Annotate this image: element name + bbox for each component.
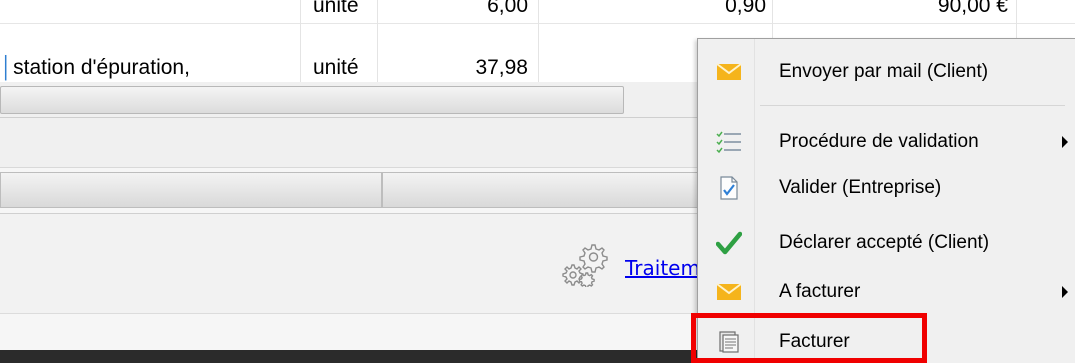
envelope-icon bbox=[716, 60, 742, 84]
menu-item-label: A facturer bbox=[779, 281, 861, 302]
envelope-icon bbox=[716, 280, 742, 304]
strip-segment[interactable] bbox=[0, 172, 382, 208]
traitement-link[interactable]: Traitement bbox=[625, 256, 697, 280]
column-divider bbox=[300, 0, 301, 88]
description-cell: │station d'épuration, bbox=[0, 50, 296, 85]
total-cell: 90,00 € bbox=[937, 0, 1008, 17]
submenu-arrow-icon bbox=[1062, 286, 1068, 298]
submenu-arrow-icon bbox=[1062, 136, 1068, 148]
column-divider bbox=[538, 0, 539, 88]
document-check-icon bbox=[716, 176, 742, 200]
quantity-cell: 37,98 bbox=[475, 56, 528, 79]
menu-item-envoyer-par-mail[interactable]: Envoyer par mail (Client) bbox=[698, 48, 1075, 96]
quantity-cell: 6,00 bbox=[487, 0, 528, 17]
menu-item-declarer-accepte[interactable]: Déclarer accepté (Client) bbox=[698, 219, 1075, 267]
checklist-icon bbox=[716, 130, 742, 154]
menu-item-label: Procédure de validation bbox=[779, 131, 979, 152]
menu-item-valider-entreprise[interactable]: Valider (Entreprise) bbox=[698, 164, 1075, 212]
highlight-annotation bbox=[691, 313, 927, 363]
menu-item-a-facturer[interactable]: A facturer bbox=[698, 268, 1075, 316]
menu-item-label: Déclarer accepté (Client) bbox=[779, 232, 990, 253]
column-divider bbox=[377, 0, 378, 88]
menu-item-procedure-de-validation[interactable]: Procédure de validation bbox=[698, 118, 1075, 166]
price-cell: 0,90 bbox=[725, 0, 766, 17]
menu-item-label: Valider (Entreprise) bbox=[779, 177, 942, 198]
strip-segment[interactable] bbox=[382, 172, 702, 208]
menu-separator bbox=[760, 105, 1065, 106]
gears-icon bbox=[562, 243, 610, 289]
unit-cell: unité bbox=[313, 56, 359, 79]
unit-cell: unité bbox=[313, 0, 359, 17]
checkmark-icon bbox=[716, 231, 742, 255]
description-text: station d'épuration, bbox=[13, 56, 190, 79]
truncation-mark: │ bbox=[0, 56, 14, 79]
scrollbar-thumb[interactable] bbox=[0, 86, 624, 114]
description-cell bbox=[0, 0, 296, 23]
menu-item-label: Envoyer par mail (Client) bbox=[779, 61, 989, 82]
